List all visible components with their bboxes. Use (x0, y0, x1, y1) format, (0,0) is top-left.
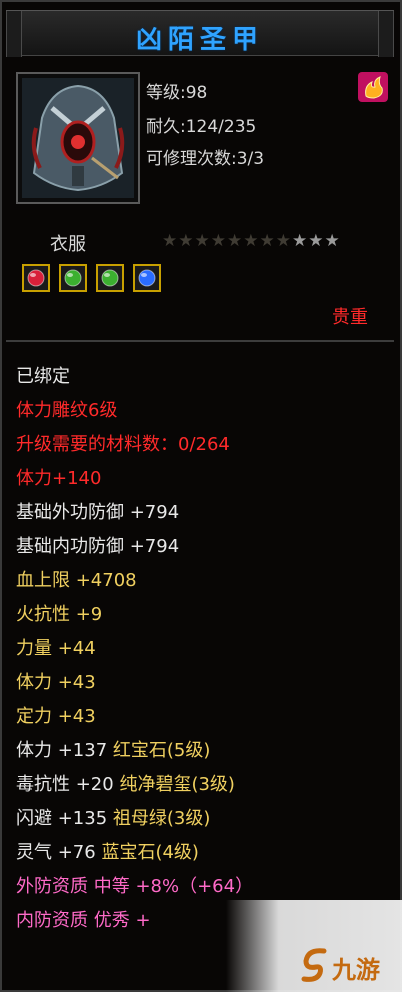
attribute-line: 体力 +43 (16, 668, 96, 694)
item-name: 凶陌圣甲 (135, 25, 264, 55)
attribute-text: 定力 +43 (16, 706, 96, 727)
title-bar: 凶陌圣甲 (6, 10, 394, 57)
attribute-text: 血上限 +4708 (16, 570, 137, 591)
item-summary-panel: 等级:98 耐久:124/235 可修理次数:3/3 衣服 ★★★★★★★★★★… (6, 58, 394, 340)
attribute-line: 内防资质 优秀 + (16, 906, 151, 932)
attribute-suffix: 红宝石(5级) (112, 740, 211, 761)
star-icon: ★ (210, 231, 227, 251)
attribute-suffix: 祖母绿(3级) (112, 808, 211, 829)
attribute-text: 力量 +44 (16, 638, 96, 659)
blue-gem-icon (138, 269, 156, 287)
attribute-line: 外防资质 中等 +8%（+64） (16, 872, 253, 898)
attribute-suffix: 纯净碧玺(3级) (119, 774, 235, 795)
attribute-line: 基础外功防御 +794 (16, 498, 179, 524)
attribute-text: 灵气 +76 (16, 842, 96, 863)
jiuyou-logo-icon (301, 948, 327, 982)
attribute-text: 已绑定 (16, 366, 70, 387)
red-gem-icon (27, 269, 45, 287)
attribute-text: 体力+140 (16, 468, 102, 489)
green-gem-icon (64, 269, 82, 287)
attribute-suffix: 蓝宝石(4级) (101, 842, 199, 863)
attribute-line: 基础内功防御 +794 (16, 532, 179, 558)
star-rating: ★★★★★★★★★★★ (162, 231, 341, 251)
attribute-text: 外防资质 (16, 876, 88, 897)
attribute-text: 体力雕纹6级 (16, 400, 118, 421)
gem-slot[interactable] (96, 264, 124, 292)
attribute-text: 体力 +137 (16, 740, 108, 761)
attribute-line: 力量 +44 (16, 634, 96, 660)
attribute-line: 体力雕纹6级 (16, 396, 117, 422)
section-divider (6, 340, 394, 342)
attribute-line: 火抗性 +9 (16, 600, 102, 626)
armor-icon (22, 78, 134, 198)
gem-slot[interactable] (22, 264, 50, 292)
attribute-text: 毒抗性 +20 (16, 774, 114, 795)
star-icon: ★ (227, 231, 244, 251)
item-level: 等级:98 (146, 83, 208, 103)
attribute-text: 升级需要的材料数：0/264 (16, 434, 230, 455)
gem-slot[interactable] (133, 264, 161, 292)
attribute-text: 基础内功防御 +794 (16, 536, 180, 557)
green-gem-icon (101, 269, 119, 287)
attribute-line: 已绑定 (16, 362, 70, 388)
attribute-text: 基础外功防御 +794 (16, 502, 180, 523)
item-attributes-panel: 已绑定体力雕纹6级升级需要的材料数：0/264 体力+140 基础外功防御 +794… (6, 344, 394, 984)
star-icon: ★ (292, 231, 309, 251)
star-icon: ★ (162, 231, 179, 251)
attribute-suffix: 优秀 + (93, 910, 151, 931)
gem-slots (22, 264, 170, 292)
attribute-text: 内防资质 (16, 910, 88, 931)
attribute-line: 升级需要的材料数：0/264 (16, 430, 230, 456)
attribute-text: 闪避 +135 (16, 808, 108, 829)
star-icon: ★ (259, 231, 276, 251)
attribute-line: 体力 +137 红宝石(5级) (16, 736, 210, 762)
attribute-line: 毒抗性 +20 纯净碧玺(3级) (16, 770, 235, 796)
attribute-line: 体力+140 (16, 464, 101, 490)
star-icon: ★ (324, 231, 341, 251)
item-repair-count: 可修理次数:3/3 (146, 149, 265, 169)
attribute-line: 定力 +43 (16, 702, 96, 728)
star-icon: ★ (308, 231, 325, 251)
attribute-text: 火抗性 +9 (16, 604, 103, 625)
flame-class-icon[interactable] (358, 72, 388, 102)
rarity-label: 贵重 (332, 307, 368, 328)
star-icon: ★ (243, 231, 260, 251)
attribute-line: 灵气 +76 蓝宝石(4级) (16, 838, 199, 864)
attribute-line: 闪避 +135 祖母绿(3级) (16, 804, 210, 830)
attribute-suffix: 中等 +8%（+64） (93, 876, 254, 897)
star-icon: ★ (275, 231, 292, 251)
watermark-text: 九游 (332, 956, 380, 984)
gem-slot[interactable] (59, 264, 87, 292)
star-icon: ★ (194, 231, 211, 251)
star-icon: ★ (178, 231, 195, 251)
attribute-line: 血上限 +4708 (16, 566, 137, 592)
item-category: 衣服 (50, 234, 86, 255)
item-durability: 耐久:124/235 (146, 117, 257, 137)
item-portrait (16, 72, 140, 204)
attribute-text: 体力 +43 (16, 672, 96, 693)
